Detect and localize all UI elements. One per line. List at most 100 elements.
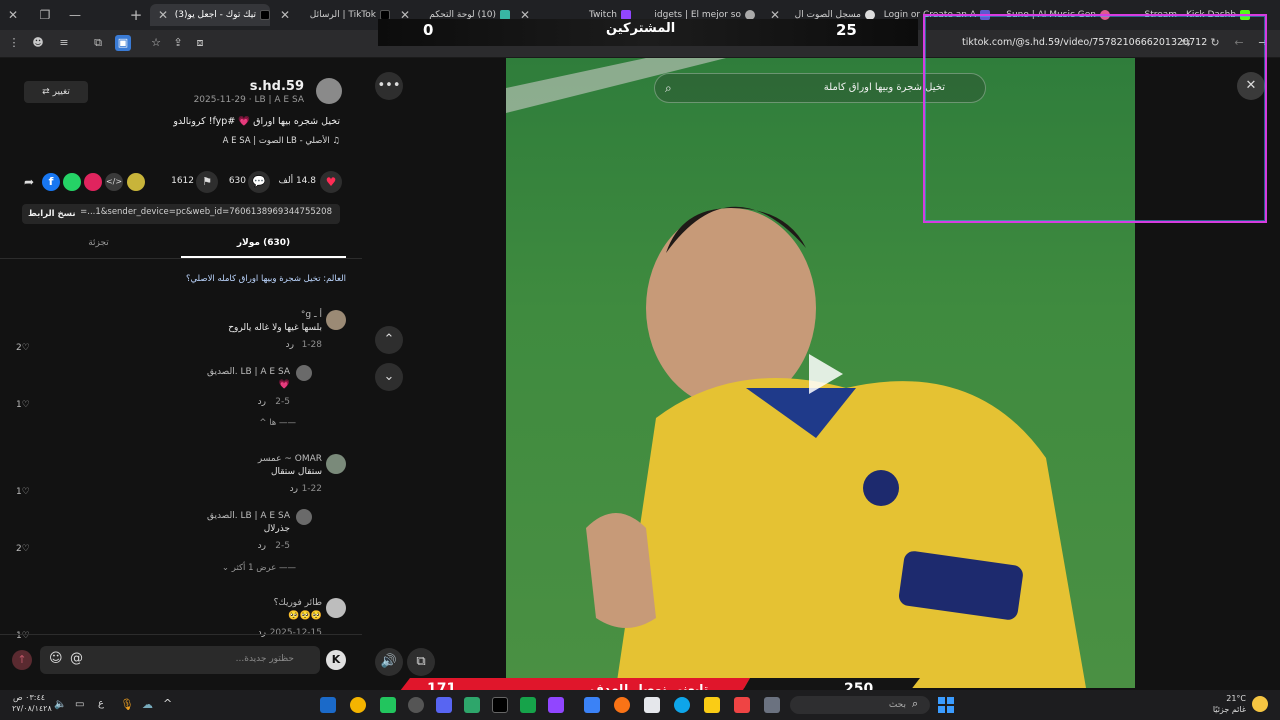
commenter-avatar[interactable] (326, 598, 346, 618)
browser-app-icon[interactable] (614, 697, 630, 713)
store-icon[interactable] (734, 697, 750, 713)
my-avatar[interactable]: K (326, 650, 346, 670)
share-arrow-icon[interactable]: ➦ (20, 173, 38, 191)
post-sound[interactable]: ♫ الأصلي - LB الصوت | A E SA (223, 136, 340, 146)
language-indicator[interactable]: ع (98, 698, 104, 709)
notepad-icon[interactable] (644, 697, 660, 713)
translate-icon[interactable]: ▣ (115, 35, 131, 51)
copy-link-button[interactable]: نسخ الرابط (28, 204, 76, 224)
steam-app-icon[interactable] (584, 697, 600, 713)
embed-icon[interactable]: </> (105, 173, 123, 191)
tiktok-app-icon[interactable] (492, 697, 508, 713)
picture-in-picture-icon[interactable]: ⧉ (407, 648, 435, 676)
comment-like[interactable]: 1♡ (16, 631, 30, 641)
post-link[interactable]: =...1&sender_device=pc&web_id=7606138969… (80, 207, 332, 217)
restore-window-icon[interactable]: ❐ (36, 6, 54, 24)
minimize-window-icon[interactable]: — (66, 6, 84, 24)
comment-date: 2025-12-15 (269, 628, 322, 638)
screenshot-icon[interactable]: ⧈ (192, 35, 208, 51)
close-tab-icon[interactable]: ✕ (276, 6, 294, 24)
obs-icon[interactable] (408, 697, 424, 713)
media-app-icon[interactable] (520, 697, 536, 713)
tab-tiktok-messages[interactable]: TikTok | الرسائل (300, 4, 390, 26)
tab-comments[interactable]: (630) مولار (181, 238, 346, 258)
view-more-replies-toggle[interactable]: —— عرض 1 أكثر ⌄ (222, 563, 296, 573)
tab-creator-videos[interactable]: تجزئة (16, 238, 181, 258)
mention-icon[interactable]: @ (70, 651, 83, 666)
extensions-icon[interactable]: ⧉ (90, 35, 106, 51)
share-icon[interactable]: ⇪ (170, 35, 186, 51)
commenter-avatar[interactable] (296, 365, 312, 381)
chrome-icon[interactable] (350, 697, 366, 713)
reply-button[interactable]: رد (258, 628, 266, 638)
view-replies-toggle[interactable]: —— ها ^ (259, 418, 296, 428)
comment-like[interactable]: 1♡ (16, 487, 30, 497)
commenter-name[interactable]: طائر فوريك؟ (274, 598, 322, 608)
tiktok-favicon-icon (260, 9, 270, 20)
previous-video-icon[interactable]: ⌃ (375, 326, 403, 354)
show-hidden-icons-icon[interactable]: ^ (163, 697, 172, 710)
commenter-name[interactable]: LB | A E SA .الصديق (207, 511, 290, 521)
comment-like[interactable]: 2♡ (16, 544, 30, 554)
more-options-icon[interactable]: ••• (375, 72, 403, 100)
reply-button[interactable]: رد (258, 541, 266, 551)
send-to-friends-icon[interactable] (84, 173, 102, 191)
reply-button[interactable]: رد (286, 340, 294, 350)
commenter-name[interactable]: OMAR ~ عمسر (258, 454, 322, 464)
player-app-icon[interactable] (380, 697, 396, 713)
menu-dots-icon[interactable]: ⋮ (6, 35, 22, 51)
start-icon-tile (947, 706, 954, 713)
comment-like[interactable]: 1♡ (16, 400, 30, 410)
taskview-icon[interactable] (764, 697, 780, 713)
start-icon-tile (938, 706, 945, 713)
microphone-icon[interactable]: 🎙 (120, 698, 134, 711)
gift-icon[interactable] (127, 173, 145, 191)
twitch-app-icon[interactable] (548, 697, 564, 713)
recorder-favicon-icon (865, 9, 875, 20)
bookmark-star-icon[interactable]: ☆ (148, 35, 164, 51)
comment-like[interactable]: 2♡ (16, 343, 30, 353)
facebook-icon[interactable]: f (42, 173, 60, 191)
edge-icon[interactable] (674, 697, 690, 713)
close-tab-icon[interactable]: ✕ (154, 6, 172, 24)
commenter-avatar[interactable] (326, 454, 346, 474)
network-icon[interactable]: ▭ (75, 699, 84, 710)
author-username[interactable]: s.hd.59 (250, 79, 304, 94)
edit-button[interactable]: تغيير ⇄ (24, 81, 88, 103)
new-tab-icon[interactable]: + (127, 6, 145, 24)
profile-icon[interactable]: ☻ (30, 35, 46, 51)
app-icon[interactable] (464, 697, 480, 713)
close-window-icon[interactable]: ✕ (4, 6, 22, 24)
commenter-avatar[interactable] (326, 310, 346, 330)
taskbar-search[interactable]: بحث (790, 696, 930, 714)
clock[interactable]: ٠٣:٤٤ ص ٢٧/٠٨/١٤٢٨ (12, 692, 52, 714)
comment-icon[interactable]: 💬 (248, 171, 270, 193)
volume-icon[interactable]: 🔊 (375, 648, 403, 676)
onedrive-icon[interactable]: ☁ (142, 698, 153, 711)
play-icon[interactable] (805, 352, 845, 396)
weather-widget[interactable]: 21°C غائم جزئيًا (1210, 693, 1246, 715)
commenter-name[interactable]: أ ـ g° (301, 310, 322, 320)
commenter-avatar[interactable] (296, 509, 312, 525)
whatsapp-icon[interactable] (63, 173, 81, 191)
comment-input[interactable]: حظتور جديدة... (236, 654, 294, 664)
reply-button[interactable]: رد (290, 484, 298, 494)
tab-label: تيك توك - اجعل يو(3) (174, 10, 256, 20)
emoji-icon[interactable]: ☺ (49, 651, 63, 666)
author-avatar[interactable] (316, 78, 342, 104)
steam-icon[interactable] (320, 697, 336, 713)
commenter-name[interactable]: LB | A E SA .الصديق (207, 367, 290, 377)
discord-icon[interactable] (436, 697, 452, 713)
comment-input-box[interactable]: حظتور جديدة... @ ☺ (40, 646, 320, 674)
like-icon[interactable]: ♥ (320, 171, 342, 193)
reading-list-icon[interactable]: ≡ (56, 35, 72, 51)
speaker-icon[interactable]: 🔈 (54, 699, 66, 710)
file-explorer-icon[interactable] (704, 697, 720, 713)
search-icon[interactable]: ⌕ (665, 74, 672, 102)
bookmark-icon[interactable]: ⚑ (196, 171, 218, 193)
send-comment-icon[interactable]: ↑ (12, 650, 32, 670)
search-suggestion[interactable]: العالم: تخيل شجرة وبيها اوراق كامله الاص… (186, 274, 346, 284)
start-icon[interactable] (938, 697, 954, 713)
reply-button[interactable]: رد (258, 397, 266, 407)
next-video-icon[interactable]: ⌄ (375, 363, 403, 391)
